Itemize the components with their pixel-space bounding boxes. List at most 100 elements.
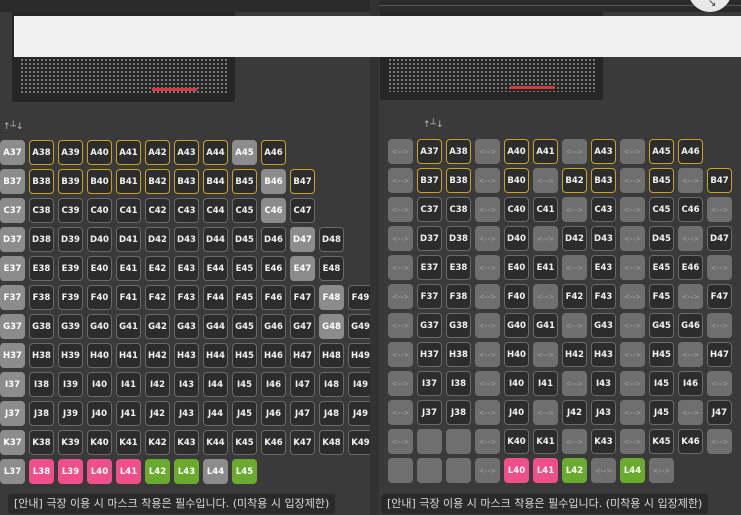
seat-b40[interactable]: B40 (504, 168, 529, 193)
seat-g39[interactable]: G39 (58, 314, 83, 339)
seat-h40[interactable]: H40 (87, 343, 112, 368)
seat-i43[interactable]: I43 (174, 372, 199, 397)
seat-i43[interactable]: I43 (591, 371, 616, 396)
seat-j42[interactable]: J42 (145, 401, 170, 426)
seat-f37[interactable]: F37 (417, 284, 442, 309)
seat-e38[interactable]: E38 (29, 256, 54, 281)
seat-a38[interactable]: A38 (446, 139, 471, 164)
seat-k40[interactable]: K40 (504, 429, 529, 454)
seat-e39[interactable]: E39 (58, 256, 83, 281)
seat-f40[interactable]: F40 (504, 284, 529, 309)
seat-l41[interactable]: L41 (116, 459, 141, 484)
seat-e44[interactable]: E44 (203, 256, 228, 281)
seat-j43[interactable]: J43 (591, 400, 616, 425)
seat-a46[interactable]: A46 (261, 140, 286, 165)
seat-d48[interactable]: D48 (319, 227, 344, 252)
seat-e43[interactable]: E43 (174, 256, 199, 281)
seat-l40[interactable]: L40 (87, 459, 112, 484)
seat-d44[interactable]: D44 (203, 227, 228, 252)
seat-h38[interactable]: H38 (29, 343, 54, 368)
seat-b42[interactable]: B42 (145, 169, 170, 194)
seat-j41[interactable]: J41 (116, 401, 141, 426)
seat-d42[interactable]: D42 (145, 227, 170, 252)
seat-h46[interactable]: H46 (261, 343, 286, 368)
seat-i41[interactable]: I41 (116, 372, 141, 397)
seat-j40[interactable]: J40 (87, 401, 112, 426)
seat-c37[interactable]: C37 (417, 197, 442, 222)
seat-b47[interactable]: B47 (290, 169, 315, 194)
seat-d46[interactable]: D46 (261, 227, 286, 252)
seat-j44[interactable]: J44 (203, 401, 228, 426)
seat-h39[interactable]: H39 (58, 343, 83, 368)
seat-d41[interactable]: D41 (116, 227, 141, 252)
seat-g47[interactable]: G47 (290, 314, 315, 339)
seat-c41[interactable]: C41 (116, 198, 141, 223)
seat-a39[interactable]: A39 (58, 140, 83, 165)
seat-k42[interactable]: K42 (145, 430, 170, 455)
seat-c43[interactable]: C43 (174, 198, 199, 223)
seat-d43[interactable]: D43 (174, 227, 199, 252)
seat-i47[interactable]: I47 (290, 372, 315, 397)
seat-h47[interactable]: H47 (290, 343, 315, 368)
seat-c40[interactable]: C40 (504, 197, 529, 222)
seat-j47[interactable]: J47 (707, 400, 732, 425)
seat-c40[interactable]: C40 (87, 198, 112, 223)
seat-g41[interactable]: G41 (116, 314, 141, 339)
seat-j47[interactable]: J47 (290, 401, 315, 426)
seat-b43[interactable]: B43 (174, 169, 199, 194)
seat-f45[interactable]: F45 (649, 284, 674, 309)
seat-g40[interactable]: G40 (504, 313, 529, 338)
seat-j38[interactable]: J38 (446, 400, 471, 425)
seat-l40[interactable]: L40 (504, 458, 529, 483)
seat-h42[interactable]: H42 (145, 343, 170, 368)
seat-c44[interactable]: C44 (203, 198, 228, 223)
seat-a45[interactable]: A45 (649, 139, 674, 164)
seat-k40[interactable]: K40 (87, 430, 112, 455)
seat-i44[interactable]: I44 (203, 372, 228, 397)
seat-c47[interactable]: C47 (290, 198, 315, 223)
seat-a42[interactable]: A42 (145, 140, 170, 165)
seat-g42[interactable]: G42 (145, 314, 170, 339)
seat-e41[interactable]: E41 (533, 255, 558, 280)
seat-i41[interactable]: I41 (533, 371, 558, 396)
seat-b45[interactable]: B45 (649, 168, 674, 193)
seat-d39[interactable]: D39 (58, 227, 83, 252)
seat-b38[interactable]: B38 (446, 168, 471, 193)
seat-b40[interactable]: B40 (87, 169, 112, 194)
seat-c45[interactable]: C45 (232, 198, 257, 223)
seat-l42[interactable]: L42 (145, 459, 170, 484)
seat-e40[interactable]: E40 (87, 256, 112, 281)
seat-h45[interactable]: H45 (232, 343, 257, 368)
seat-i42[interactable]: I42 (145, 372, 170, 397)
seat-c38[interactable]: C38 (29, 198, 54, 223)
seat-k43[interactable]: K43 (591, 429, 616, 454)
seat-f38[interactable]: F38 (446, 284, 471, 309)
seat-g43[interactable]: G43 (591, 313, 616, 338)
seat-f46[interactable]: F46 (261, 285, 286, 310)
seat-a43[interactable]: A43 (174, 140, 199, 165)
seat-k46[interactable]: K46 (261, 430, 286, 455)
seat-e38[interactable]: E38 (446, 255, 471, 280)
seat-e40[interactable]: E40 (504, 255, 529, 280)
seat-k46[interactable]: K46 (678, 429, 703, 454)
seat-l44[interactable]: L44 (620, 458, 645, 483)
seat-c38[interactable]: C38 (446, 197, 471, 222)
seat-d45[interactable]: D45 (649, 226, 674, 251)
seat-a46[interactable]: A46 (678, 139, 703, 164)
seat-d47[interactable]: D47 (707, 226, 732, 251)
seat-h38[interactable]: H38 (446, 342, 471, 367)
seat-j39[interactable]: J39 (58, 401, 83, 426)
seat-f42[interactable]: F42 (562, 284, 587, 309)
seat-h43[interactable]: H43 (174, 343, 199, 368)
seat-d38[interactable]: D38 (446, 226, 471, 251)
seat-f39[interactable]: F39 (58, 285, 83, 310)
seat-j40[interactable]: J40 (504, 400, 529, 425)
seat-a41[interactable]: A41 (116, 140, 141, 165)
seat-a41[interactable]: A41 (533, 139, 558, 164)
seat-c39[interactable]: C39 (58, 198, 83, 223)
seat-c42[interactable]: C42 (145, 198, 170, 223)
seat-g44[interactable]: G44 (203, 314, 228, 339)
seat-l39[interactable]: L39 (58, 459, 83, 484)
seat-l43[interactable]: L43 (174, 459, 199, 484)
seat-f43[interactable]: F43 (591, 284, 616, 309)
